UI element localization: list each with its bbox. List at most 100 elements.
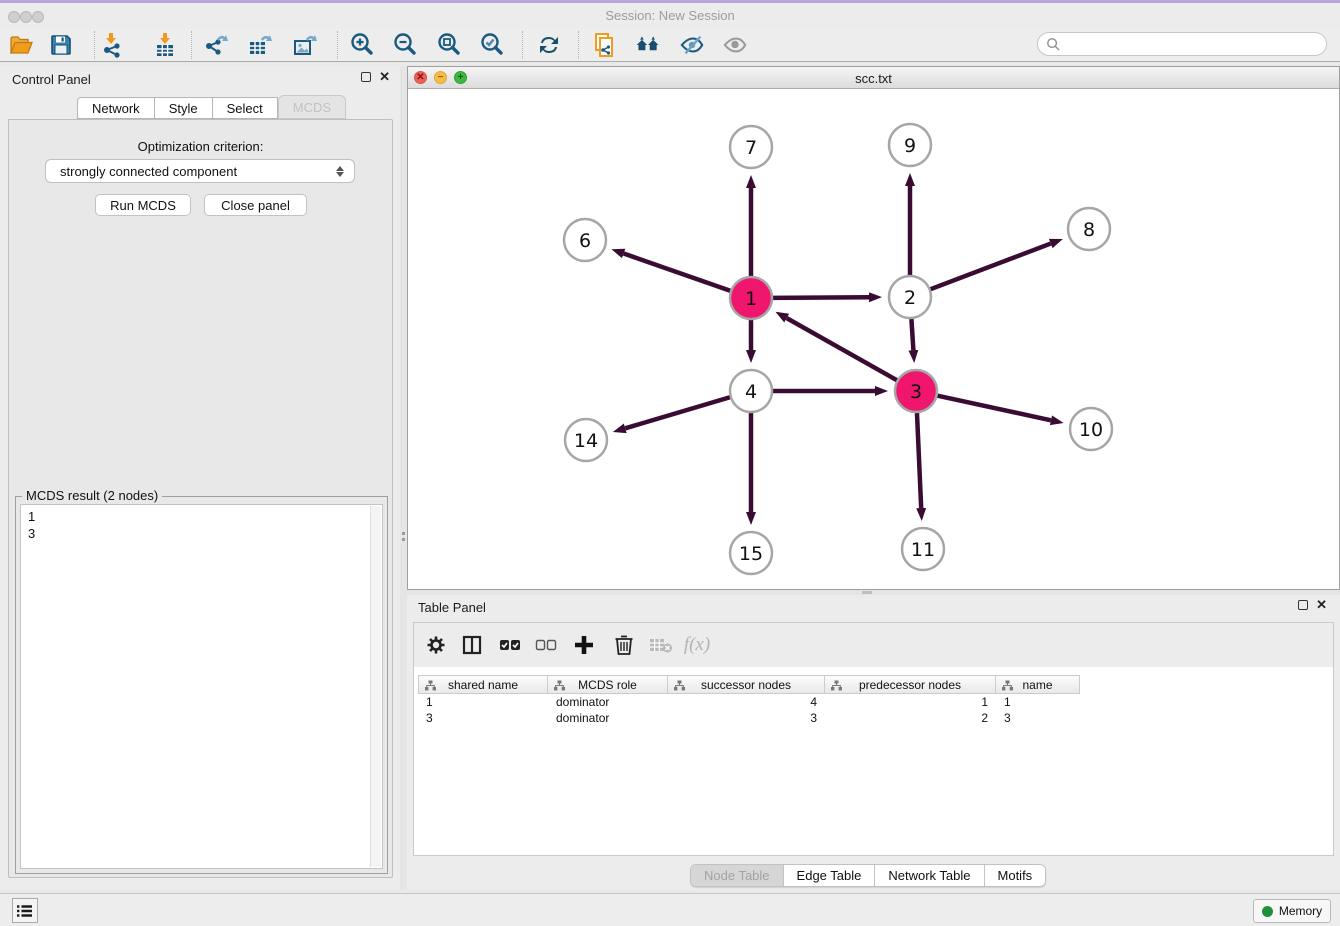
node-table-header: shared nameMCDS rolesuccessor nodesprede… bbox=[418, 675, 1080, 694]
graph-node-label-6: 6 bbox=[579, 230, 591, 252]
zoom-fit-icon[interactable] bbox=[436, 32, 462, 58]
export-image-icon[interactable] bbox=[292, 32, 318, 58]
column-header-shared-name[interactable]: shared name bbox=[418, 675, 548, 694]
graph-edge-3-1[interactable] bbox=[787, 318, 897, 380]
toolbar-separator bbox=[191, 31, 192, 59]
refresh-network-icon[interactable] bbox=[536, 32, 562, 58]
graph-edge-1-6[interactable] bbox=[624, 254, 731, 291]
column-header-successor-nodes[interactable]: successor nodes bbox=[668, 675, 825, 694]
tab-style[interactable]: Style bbox=[155, 97, 213, 119]
zoom-in-icon[interactable] bbox=[349, 32, 375, 58]
table-cell[interactable]: 1 bbox=[418, 694, 548, 710]
vertical-splitter[interactable] bbox=[400, 66, 407, 890]
tab-node-table[interactable]: Node Table bbox=[691, 865, 783, 886]
graph-edge-4-14[interactable] bbox=[625, 397, 730, 428]
mcds-result-text: 1 3 bbox=[28, 508, 366, 866]
tab-edge-table[interactable]: Edge Table bbox=[783, 865, 875, 886]
graph-node-label-7: 7 bbox=[745, 137, 757, 159]
delete-column-icon[interactable] bbox=[611, 632, 637, 658]
optimization-criterion-label: Optimization criterion: bbox=[9, 139, 392, 154]
table-cell[interactable]: 3 bbox=[418, 710, 548, 726]
tab-select[interactable]: Select bbox=[213, 97, 278, 119]
export-table-icon[interactable] bbox=[247, 32, 273, 58]
tab-network-table[interactable]: Network Table bbox=[874, 865, 983, 886]
table-cell[interactable]: 3 bbox=[668, 710, 825, 726]
run-mcds-button[interactable]: Run MCDS bbox=[95, 194, 191, 216]
mcds-result-textarea[interactable]: 1 3 bbox=[20, 504, 383, 869]
show-all-icon[interactable] bbox=[722, 32, 748, 58]
node-table[interactable]: shared nameMCDS rolesuccessor nodesprede… bbox=[418, 675, 1080, 726]
delete-table-icon bbox=[648, 632, 674, 658]
table-cell[interactable]: 1 bbox=[996, 694, 1080, 710]
close-panel-button[interactable]: Close panel bbox=[204, 194, 307, 216]
zoom-selected-icon[interactable] bbox=[479, 32, 505, 58]
graph-edge-1-2[interactable] bbox=[773, 297, 869, 298]
deselect-all-icon[interactable] bbox=[533, 632, 559, 658]
graph-node-label-4: 4 bbox=[745, 381, 757, 403]
table-cell[interactable]: 3 bbox=[996, 710, 1080, 726]
graph-node-label-1: 1 bbox=[745, 288, 757, 310]
float-panel-icon[interactable] bbox=[361, 72, 371, 82]
status-bar: Memory bbox=[0, 893, 1340, 926]
tab-mcds[interactable]: MCDS bbox=[278, 95, 346, 119]
graph-edge-3-11[interactable] bbox=[917, 413, 921, 508]
table-settings-icon[interactable] bbox=[423, 632, 449, 658]
graph-edge-2-3[interactable] bbox=[911, 319, 913, 350]
table-cell[interactable]: 4 bbox=[668, 694, 825, 710]
task-history-button[interactable] bbox=[12, 898, 38, 923]
export-network-icon[interactable] bbox=[203, 32, 229, 58]
toolbar-separator bbox=[337, 31, 338, 59]
memory-button[interactable]: Memory bbox=[1253, 899, 1331, 923]
app-title: Session: New Session bbox=[0, 8, 1340, 23]
table-toolbar: f(x) bbox=[414, 623, 1333, 667]
tab-motifs[interactable]: Motifs bbox=[984, 865, 1046, 886]
table-panel: Table Panel ✕ bbox=[407, 595, 1340, 890]
graph-edge-2-8[interactable] bbox=[931, 244, 1051, 290]
column-browser-icon[interactable] bbox=[459, 632, 485, 658]
memory-label: Memory bbox=[1279, 904, 1322, 918]
table-cell[interactable]: dominator bbox=[548, 694, 668, 710]
select-chevrons-icon bbox=[336, 166, 344, 177]
network-window-titlebar[interactable]: ✕ − + scc.txt bbox=[408, 67, 1339, 89]
duplicate-network-icon[interactable] bbox=[592, 32, 618, 58]
graph-edge-3-10[interactable] bbox=[937, 396, 1050, 421]
float-table-panel-icon[interactable] bbox=[1298, 600, 1308, 610]
graph-node-label-10: 10 bbox=[1079, 419, 1103, 441]
open-session-icon[interactable] bbox=[8, 32, 34, 58]
zoom-out-icon[interactable] bbox=[392, 32, 418, 58]
criterion-select[interactable]: strongly connected component bbox=[45, 159, 355, 183]
table-row[interactable]: 3dominator323 bbox=[418, 710, 1080, 726]
save-session-icon[interactable] bbox=[48, 32, 74, 58]
graph-node-label-9: 9 bbox=[904, 135, 916, 157]
first-neighbors-icon[interactable] bbox=[635, 32, 661, 58]
hide-selected-icon[interactable] bbox=[679, 32, 705, 58]
control-panel-tabs: NetworkStyleSelectMCDS bbox=[77, 97, 346, 119]
table-row[interactable]: 1dominator411 bbox=[418, 694, 1080, 710]
table-cell[interactable]: 1 bbox=[825, 694, 996, 710]
tab-network[interactable]: Network bbox=[77, 97, 155, 119]
table-cell[interactable]: 2 bbox=[825, 710, 996, 726]
graph-node-label-2: 2 bbox=[904, 287, 916, 309]
column-header-MCDS-role[interactable]: MCDS role bbox=[548, 675, 668, 694]
mcds-result-group: MCDS result (2 nodes) 1 3 bbox=[15, 496, 388, 874]
add-column-icon[interactable] bbox=[571, 632, 597, 658]
import-table-icon[interactable] bbox=[152, 32, 178, 58]
search-icon bbox=[1046, 37, 1061, 52]
close-panel-icon[interactable]: ✕ bbox=[379, 72, 390, 82]
network-view[interactable]: 7968124314101511 bbox=[408, 89, 1339, 589]
import-network-icon[interactable] bbox=[99, 32, 125, 58]
column-header-name[interactable]: name bbox=[996, 675, 1080, 694]
application-window: Session: New Session bbox=[0, 0, 1340, 926]
close-table-panel-icon[interactable]: ✕ bbox=[1316, 600, 1327, 610]
table-panel-body: f(x) shared nameMCDS rolesuccessor nodes… bbox=[413, 622, 1334, 856]
table-panel-tabs: Node TableEdge TableNetwork TableMotifs bbox=[690, 864, 1046, 887]
column-header-predecessor-nodes[interactable]: predecessor nodes bbox=[825, 675, 996, 694]
mcds-tab-pane: Optimization criterion: strongly connect… bbox=[8, 119, 393, 878]
mcds-result-scrollbar[interactable] bbox=[370, 506, 381, 867]
search-box[interactable] bbox=[1037, 32, 1327, 56]
network-window-title: scc.txt bbox=[408, 71, 1339, 86]
select-all-icon[interactable] bbox=[497, 632, 523, 658]
table-cell[interactable]: dominator bbox=[548, 710, 668, 726]
toolbar-separator bbox=[94, 31, 95, 59]
search-input[interactable] bbox=[1061, 37, 1326, 52]
